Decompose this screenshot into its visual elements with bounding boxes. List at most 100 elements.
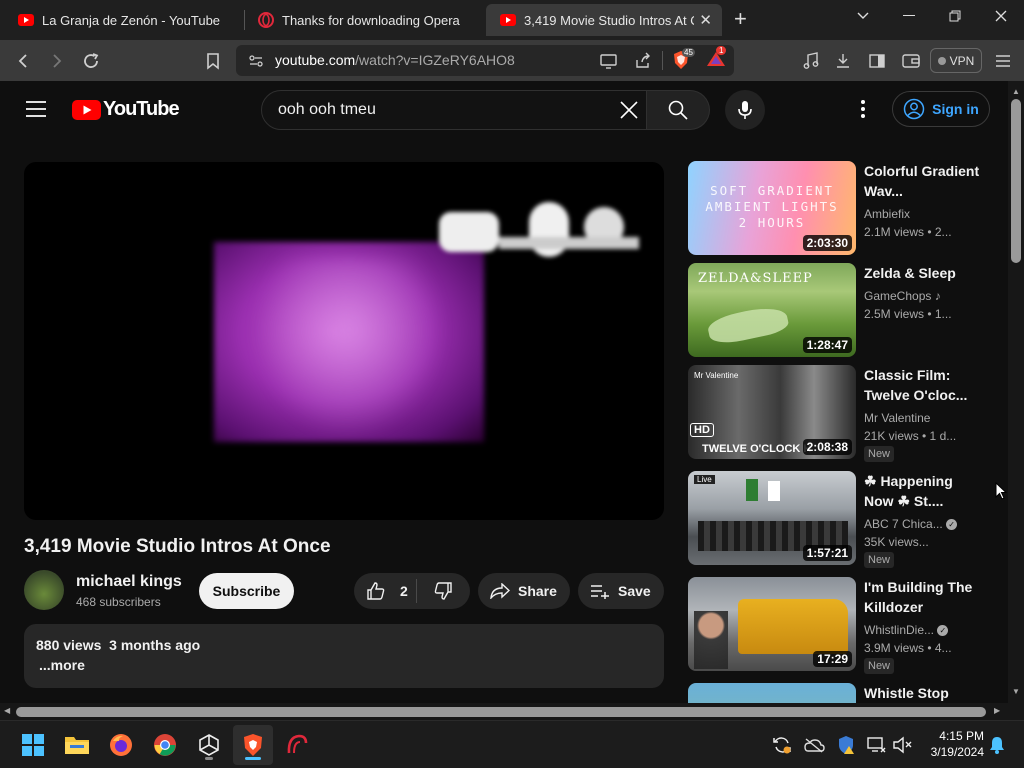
restore-button[interactable]: [932, 0, 978, 32]
sign-in-button[interactable]: Sign in: [892, 91, 990, 127]
scroll-up-arrow-icon[interactable]: ▲: [1012, 87, 1020, 96]
recommendation-item[interactable]: Mr Valentine HD TWELVE O'CLOCK H 2:08:38…: [688, 365, 988, 462]
scroll-down-arrow-icon[interactable]: ▼: [1012, 687, 1020, 696]
recommendation-channel[interactable]: ABC 7 Chica... ✓: [864, 517, 958, 531]
recommendation-meta: 35K views...: [864, 535, 929, 549]
more-options-icon[interactable]: [860, 100, 866, 123]
close-window-button[interactable]: [978, 0, 1024, 32]
notifications-bell-icon[interactable]: [983, 731, 1011, 759]
reload-button[interactable]: [78, 48, 104, 74]
main-menu-icon[interactable]: [990, 48, 1016, 74]
opera-gx-button[interactable]: [283, 731, 311, 759]
close-tab-icon[interactable]: ✕: [699, 11, 712, 29]
recommendation-title[interactable]: Zelda & Sleep: [864, 263, 980, 283]
description-box[interactable]: 880 views 3 months ago ...more: [24, 624, 664, 688]
subscribe-button[interactable]: Subscribe: [199, 573, 294, 609]
vertical-scrollbar[interactable]: ▲ ▼: [1008, 81, 1024, 703]
share-button[interactable]: Share: [478, 573, 570, 609]
recommendation-item[interactable]: Whistle Stop: [688, 683, 988, 703]
scrollbar-thumb[interactable]: [16, 707, 986, 717]
search-input[interactable]: ooh ooh tmeu: [278, 101, 376, 119]
save-button[interactable]: Save: [578, 573, 664, 609]
chrome-button[interactable]: [151, 731, 179, 759]
upload-age: 3 months ago: [109, 637, 201, 653]
wallet-icon[interactable]: [898, 48, 924, 74]
address-bar[interactable]: youtube.com/watch?v=IGZeRY6AHO8 45 1: [236, 45, 734, 76]
video-frame-white-shapes: [439, 202, 649, 262]
tab-active-video[interactable]: 3,419 Movie Studio Intros At On ✕: [486, 4, 722, 36]
save-label: Save: [618, 583, 651, 599]
sync-icon[interactable]: [768, 731, 796, 759]
sidebar-toggle-icon[interactable]: [864, 48, 890, 74]
recommendation-channel[interactable]: Mr Valentine: [864, 411, 930, 425]
onedrive-icon[interactable]: [800, 731, 828, 759]
search-icon: [668, 100, 688, 120]
recommendation-channel[interactable]: GameChops ♪: [864, 289, 941, 303]
recommendation-channel[interactable]: Ambiefix: [864, 207, 910, 221]
voice-search-button[interactable]: [725, 90, 765, 130]
video-thumbnail[interactable]: ZELDA&SLEEP 1:28:47: [688, 263, 856, 357]
scroll-right-arrow-icon[interactable]: ▶: [994, 706, 1000, 715]
video-thumbnail[interactable]: 17:29: [688, 577, 856, 671]
firefox-button[interactable]: [107, 731, 135, 759]
tab-opera-download[interactable]: Thanks for downloading Opera: [244, 4, 482, 36]
clear-search-icon[interactable]: [620, 101, 638, 119]
show-more-link[interactable]: ...more: [39, 657, 85, 673]
video-thumbnail[interactable]: Live 1:57:21: [688, 471, 856, 565]
clock[interactable]: 4:15 PM 3/19/2024: [918, 728, 984, 760]
tab-search-chevron-icon[interactable]: [840, 0, 886, 32]
video-title: 3,419 Movie Studio Intros At Once: [24, 536, 331, 557]
site-settings-icon[interactable]: [248, 53, 264, 69]
brave-rewards-button[interactable]: 1: [706, 46, 727, 70]
video-thumbnail[interactable]: [688, 683, 856, 703]
guide-menu-icon[interactable]: [26, 101, 46, 122]
dislike-button[interactable]: [417, 573, 469, 609]
search-box[interactable]: ooh ooh tmeu: [261, 90, 647, 130]
channel-name[interactable]: michael kings: [76, 573, 182, 591]
recommendation-title[interactable]: Classic Film: Twelve O'cloc...: [864, 365, 980, 405]
recommendation-title[interactable]: Colorful Gradient Wav...: [864, 161, 980, 201]
firefox-icon: [110, 734, 132, 756]
music-icon[interactable]: [798, 48, 824, 74]
channel-avatar[interactable]: [24, 570, 64, 610]
video-player[interactable]: [24, 162, 664, 520]
scrollbar-thumb[interactable]: [1011, 99, 1021, 263]
video-thumbnail[interactable]: SOFT GRADIENT AMBIENT LIGHTS 2 HOURS 2:0…: [688, 161, 856, 255]
forward-button[interactable]: [44, 48, 70, 74]
brave-button[interactable]: [239, 731, 267, 760]
video-thumbnail[interactable]: Mr Valentine HD TWELVE O'CLOCK H 2:08:38: [688, 365, 856, 459]
scroll-left-arrow-icon[interactable]: ◀: [4, 706, 10, 715]
recommendation-channel[interactable]: WhistlinDie... ✓: [864, 623, 949, 637]
security-icon[interactable]: [832, 731, 860, 759]
bookmark-icon[interactable]: [200, 48, 226, 74]
volume-muted-icon[interactable]: [888, 731, 916, 759]
network-icon[interactable]: [862, 731, 890, 759]
unity-button[interactable]: [195, 731, 223, 760]
back-button[interactable]: [10, 48, 36, 74]
recommendation-item[interactable]: ZELDA&SLEEP 1:28:47 Zelda & Sleep GameCh…: [688, 263, 988, 359]
horizontal-scrollbar[interactable]: ◀ ▶: [0, 703, 1008, 720]
folder-icon: [65, 737, 89, 754]
recommendation-item[interactable]: 17:29 I'm Building The Killdozer Whistli…: [688, 577, 988, 674]
vpn-button[interactable]: VPN: [930, 48, 982, 73]
recommendation-item[interactable]: SOFT GRADIENT AMBIENT LIGHTS 2 HOURS 2:0…: [688, 161, 988, 257]
recommendation-title[interactable]: ☘ Happening Now ☘ St....: [864, 471, 980, 511]
brave-shield-button[interactable]: 45: [672, 48, 695, 70]
downloads-icon[interactable]: [830, 48, 856, 74]
share-page-icon[interactable]: [634, 52, 652, 70]
file-explorer-button[interactable]: [63, 731, 91, 759]
new-tab-button[interactable]: +: [734, 8, 747, 30]
tab-la-granja[interactable]: La Granja de Zenón - YouTube: [4, 4, 240, 36]
youtube-play-logo-icon: [72, 99, 101, 120]
mouse-cursor-icon: [995, 482, 1007, 500]
youtube-logo[interactable]: YouTube: [72, 98, 180, 121]
like-button[interactable]: 2: [354, 573, 416, 609]
search-button[interactable]: [647, 90, 710, 130]
recommendation-title[interactable]: Whistle Stop: [864, 683, 980, 703]
start-button[interactable]: [19, 731, 47, 759]
recommendation-item[interactable]: Live 1:57:21 ☘ Happening Now ☘ St.... AB…: [688, 471, 988, 568]
cast-icon[interactable]: [600, 53, 618, 69]
recommendation-title[interactable]: I'm Building The Killdozer: [864, 577, 980, 617]
minimize-button[interactable]: [886, 0, 932, 32]
new-badge: New: [864, 446, 895, 462]
